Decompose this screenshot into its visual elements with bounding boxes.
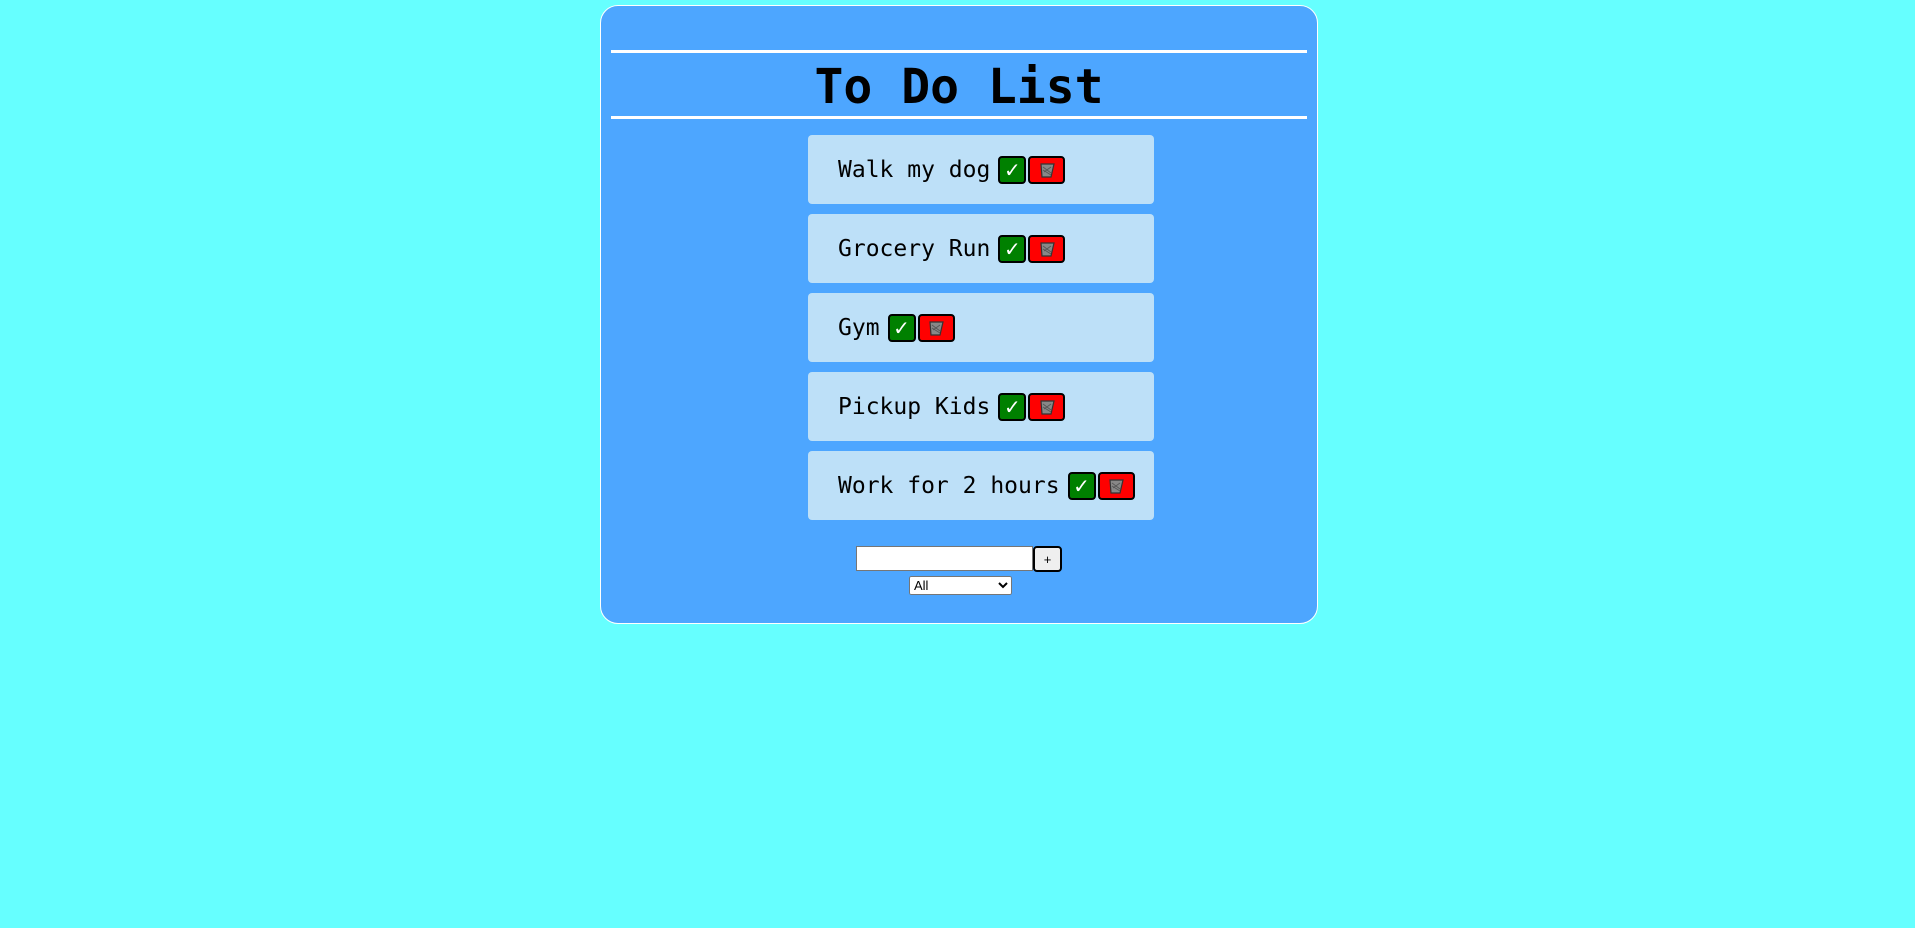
check-icon: ✓ [1003,236,1021,261]
delete-button[interactable] [1028,392,1066,421]
todo-card: To Do List Walk my dog ✓ Grocery Run ✓ Gym ✓ P… [600,5,1318,624]
todo-item: Grocery Run ✓ [808,214,1154,283]
title-divider-bottom [611,116,1307,119]
todo-item: Pickup Kids ✓ [808,372,1154,441]
page-title: To Do List [814,59,1104,115]
todo-list: Walk my dog ✓ Grocery Run ✓ Gym ✓ Pickup Kids ✓… [808,135,1154,530]
todo-text: Gym [838,314,880,341]
trash-icon [1107,477,1125,495]
trash-icon [1038,398,1056,416]
check-icon: ✓ [893,315,910,340]
complete-button[interactable]: ✓ [998,155,1027,184]
todo-input[interactable] [856,546,1033,571]
todo-text: Work for 2 hours [838,472,1060,499]
complete-button[interactable]: ✓ [887,313,916,342]
todo-text: Walk my dog [838,156,991,183]
complete-button[interactable]: ✓ [998,234,1027,263]
add-todo-form: + [856,546,1062,572]
delete-button[interactable] [1097,471,1135,500]
delete-button[interactable] [1028,234,1066,263]
check-icon: ✓ [1003,394,1021,419]
delete-button[interactable] [1028,155,1066,184]
add-todo-button[interactable]: + [1033,546,1062,572]
title-divider-top [611,50,1307,53]
delete-button[interactable] [917,313,955,342]
todo-text: Pickup Kids [838,393,991,420]
todo-item: Work for 2 hours ✓ [808,451,1154,520]
trash-icon [1038,240,1056,258]
check-icon: ✓ [1003,157,1021,182]
todo-text: Grocery Run [838,235,991,262]
todo-item: Walk my dog ✓ [808,135,1154,204]
filter-select[interactable]: All [909,576,1012,595]
complete-button[interactable]: ✓ [1067,471,1096,500]
trash-icon [1038,161,1056,179]
complete-button[interactable]: ✓ [998,392,1027,421]
trash-icon [927,319,945,337]
todo-item: Gym ✓ [808,293,1154,362]
check-icon: ✓ [1073,473,1090,498]
